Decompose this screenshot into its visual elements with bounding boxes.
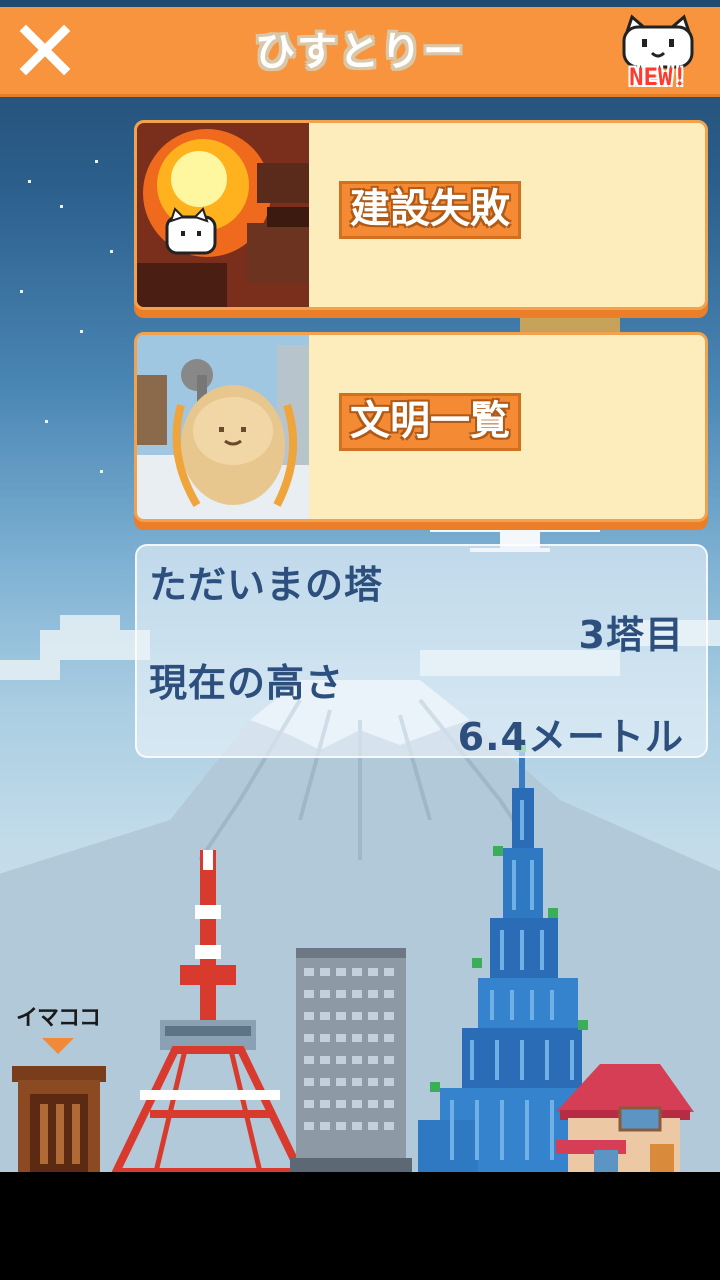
current-tower-label: ただいまの塔 <box>149 563 384 607</box>
current-location-marker: イマココ <box>8 1000 108 1060</box>
height-label: 現在の高さ <box>149 661 345 705</box>
menu-card-civilizations[interactable]: 文明一覧 <box>134 332 708 522</box>
cat-face-icon <box>622 14 694 69</box>
menu-label-failures: 建設失敗 <box>339 181 521 239</box>
new-badge: NEW! <box>629 63 687 91</box>
height-value: 6.4メートル <box>457 715 684 759</box>
new-notice-button[interactable]: NEW! <box>616 13 700 93</box>
marker-label: イマココ <box>15 1006 101 1031</box>
explosion-cat-thumbnail <box>137 123 309 307</box>
page-title: ひすとりー <box>255 29 465 75</box>
menu-label-civilizations: 文明一覧 <box>339 393 521 451</box>
close-button[interactable] <box>14 19 76 81</box>
header-bar: ひすとりー NEW! <box>0 7 720 97</box>
tower-info-panel: ただいまの塔 3塔目 現在の高さ 6.4メートル <box>135 544 708 759</box>
menu-card-failures[interactable]: 建設失敗 <box>134 120 708 310</box>
down-arrow-icon <box>42 1038 74 1054</box>
current-tower-value: 3塔目 <box>578 613 684 657</box>
close-x-icon <box>19 24 71 76</box>
cat-statue-thumbnail <box>137 335 309 519</box>
